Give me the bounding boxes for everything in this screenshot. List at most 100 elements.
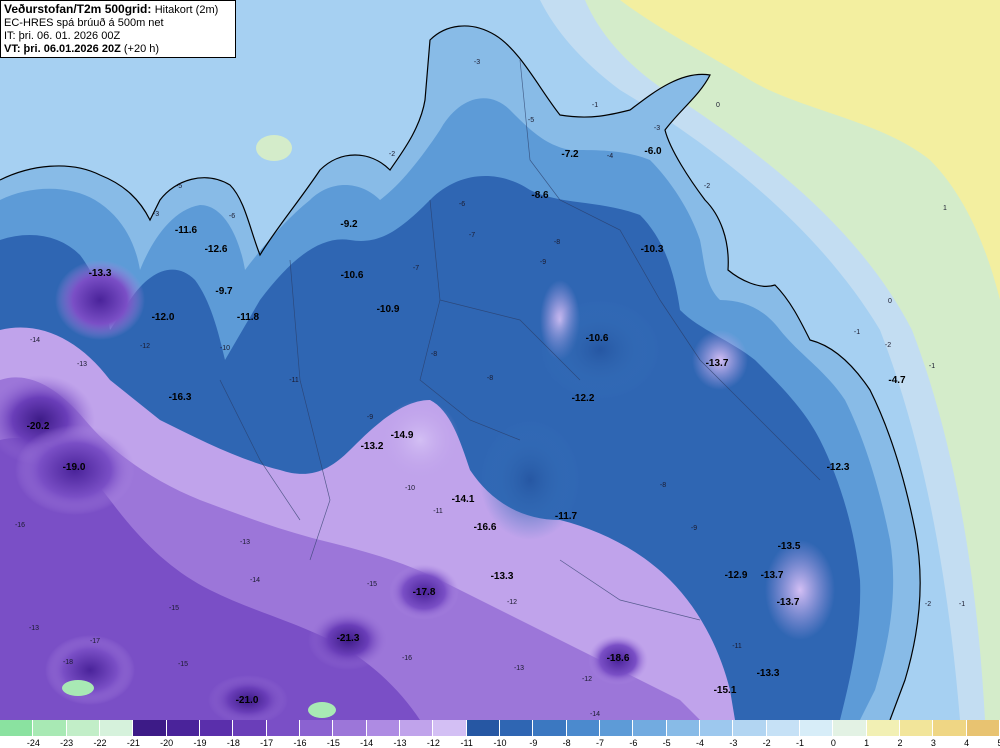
colorbar-label: 0 bbox=[830, 738, 836, 748]
contour-value: 0 bbox=[888, 298, 892, 305]
contour-value: -3 bbox=[654, 125, 660, 132]
colorbar-swatch bbox=[0, 720, 34, 736]
valid-time: VT: þri. 06.01.2026 20Z (+20 h) bbox=[4, 43, 160, 55]
colorbar-swatch bbox=[66, 720, 100, 736]
temperature-value: -13.3 bbox=[491, 571, 514, 582]
contour-value: -7 bbox=[469, 232, 475, 239]
colorbar-swatch bbox=[600, 720, 634, 736]
colorbar-label: -6 bbox=[629, 738, 638, 748]
colorbar-swatch bbox=[533, 720, 567, 736]
contour-value: -13 bbox=[77, 361, 87, 368]
temperature-value: -18.6 bbox=[607, 653, 630, 664]
contour-value: -4 bbox=[607, 153, 613, 160]
contour-value: -10 bbox=[405, 485, 415, 492]
contour-value: -5 bbox=[528, 117, 534, 124]
temperature-value: -21.3 bbox=[337, 633, 360, 644]
colorbar-swatch bbox=[200, 720, 234, 736]
contour-value: -11 bbox=[732, 643, 742, 650]
temperature-value: -13.2 bbox=[361, 441, 384, 452]
colorbar-label: -20 bbox=[160, 738, 174, 748]
colorbar-label: 3 bbox=[930, 738, 936, 748]
contour-value: -2 bbox=[925, 601, 931, 608]
contour-value: -12 bbox=[140, 343, 150, 350]
colorbar-swatch bbox=[333, 720, 367, 736]
colorbar-label: -15 bbox=[326, 738, 340, 748]
temperature-value: -11.7 bbox=[555, 511, 578, 522]
colorbar-swatch bbox=[266, 720, 300, 736]
contour-value: -8 bbox=[431, 351, 437, 358]
temperature-value: -13.3 bbox=[89, 268, 112, 279]
colorbar-label: -5 bbox=[662, 738, 671, 748]
contour-value: -10 bbox=[220, 345, 230, 352]
temperature-value: -13.3 bbox=[757, 668, 780, 679]
colorbar-label: -13 bbox=[393, 738, 407, 748]
colorbar-swatch bbox=[233, 720, 267, 736]
colorbar-swatch bbox=[800, 720, 834, 736]
temperature-value: -12.6 bbox=[205, 244, 228, 255]
temperature-value: -7.2 bbox=[561, 149, 579, 160]
contour-value: 1 bbox=[943, 205, 947, 212]
contour-value: -17 bbox=[90, 638, 100, 645]
colorbar-label: -4 bbox=[695, 738, 705, 748]
colorbar-swatch bbox=[966, 720, 1000, 736]
colorbar-swatch bbox=[433, 720, 467, 736]
temperature-value: -11.8 bbox=[237, 312, 260, 323]
colorbar-swatch bbox=[166, 720, 200, 736]
temperature-value: -14.1 bbox=[452, 494, 475, 505]
contour-value: -1 bbox=[929, 363, 935, 370]
initial-time: IT: þri. 06. 01. 2026 00Z bbox=[4, 30, 121, 42]
temperature-value: -6.0 bbox=[644, 146, 662, 157]
contour-value: 0 bbox=[716, 102, 720, 109]
colorbar-label: -18 bbox=[226, 738, 240, 748]
contour-value: -15 bbox=[367, 581, 377, 588]
warm-patch bbox=[308, 702, 336, 718]
contour-value: -13 bbox=[29, 625, 39, 632]
contour-value: -18 bbox=[63, 659, 73, 666]
contour-value: -9 bbox=[691, 525, 697, 532]
colorbar-swatch bbox=[366, 720, 400, 736]
colorbar-label: -16 bbox=[293, 738, 307, 748]
colorbar-swatch bbox=[100, 720, 134, 736]
contour-value: -9 bbox=[367, 414, 373, 421]
colorbar-swatch bbox=[833, 720, 867, 736]
colorbar-swatch bbox=[933, 720, 967, 736]
temperature-value: -13.7 bbox=[706, 358, 729, 369]
temperature-map: -3-1 0-2-5-4-3-6-7-8-21-3-5-6-7-8-90-1-2-… bbox=[0, 0, 1000, 720]
contour-value: -14 bbox=[30, 337, 40, 344]
contour-value: -12 bbox=[582, 676, 592, 683]
contour-value: -2 bbox=[885, 342, 891, 349]
sea-patch bbox=[256, 135, 292, 161]
colorbar-label: -17 bbox=[260, 738, 274, 748]
temperature-value: -8.6 bbox=[531, 190, 549, 201]
colorbar-swatch bbox=[633, 720, 667, 736]
contour-value: -14 bbox=[590, 711, 600, 718]
temperature-value: -15.1 bbox=[714, 685, 737, 696]
contour-value: -2 bbox=[704, 183, 710, 190]
temperature-value: -16.3 bbox=[169, 392, 192, 403]
temperature-value: -10.6 bbox=[586, 333, 609, 344]
light-spot bbox=[765, 540, 835, 640]
cold-spot bbox=[45, 635, 135, 705]
contour-value: -8 bbox=[487, 375, 493, 382]
temperature-value: -12.3 bbox=[827, 462, 850, 473]
contour-value: -3 bbox=[153, 211, 159, 218]
colorbar-swatch bbox=[466, 720, 500, 736]
colorbar-swatch bbox=[866, 720, 900, 736]
colorbar-label: 2 bbox=[897, 738, 903, 748]
colorbar-label: -19 bbox=[193, 738, 207, 748]
contour-value: -16 bbox=[402, 655, 412, 662]
contour-value: -11 bbox=[289, 377, 299, 384]
contour-value: -15 bbox=[178, 661, 188, 668]
contour-value: -16 bbox=[15, 522, 25, 529]
contour-value: -6 bbox=[459, 201, 465, 208]
temperature-value: -10.6 bbox=[341, 270, 364, 281]
temperature-value: -21.0 bbox=[236, 695, 259, 706]
contour-value: -1 bbox=[592, 102, 598, 109]
colorbar-label: 4 bbox=[964, 738, 970, 748]
colorbar-label: -7 bbox=[595, 738, 605, 748]
contour-value: -8 bbox=[554, 239, 560, 246]
temperature-value: -10.9 bbox=[377, 304, 400, 315]
contour-value: -12 bbox=[507, 599, 517, 606]
colorbar-label: -14 bbox=[360, 738, 374, 748]
colorbar-label: -12 bbox=[426, 738, 440, 748]
